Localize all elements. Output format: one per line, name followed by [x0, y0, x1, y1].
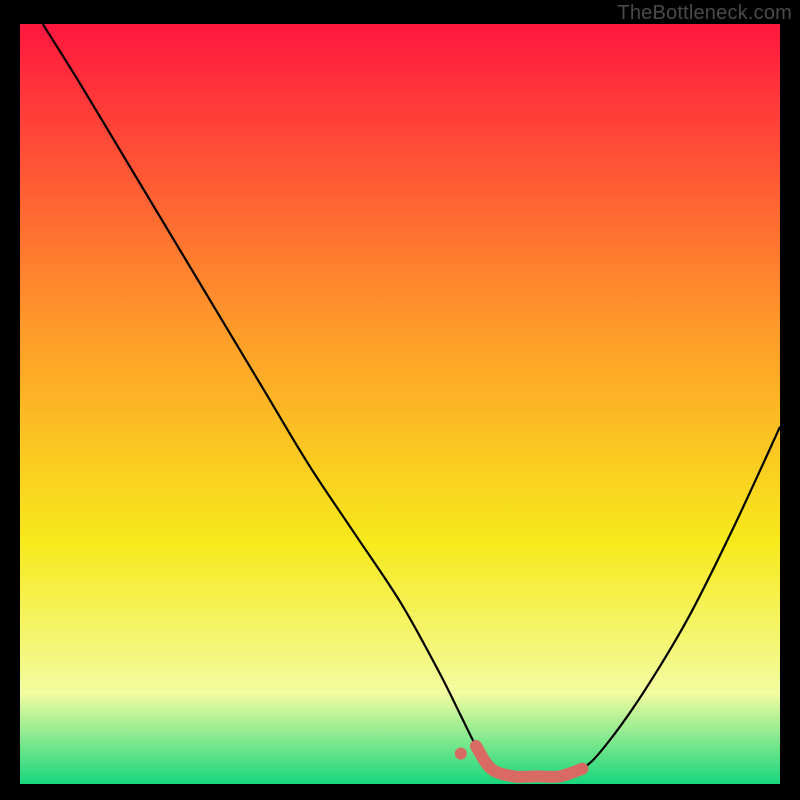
watermark-text: TheBottleneck.com: [617, 2, 792, 25]
chart-frame: TheBottleneck.com: [0, 0, 800, 800]
start-marker-dot: [455, 748, 467, 760]
chart-svg: [20, 24, 780, 784]
gradient-background: [20, 24, 780, 784]
chart-plot-area: [20, 24, 780, 784]
